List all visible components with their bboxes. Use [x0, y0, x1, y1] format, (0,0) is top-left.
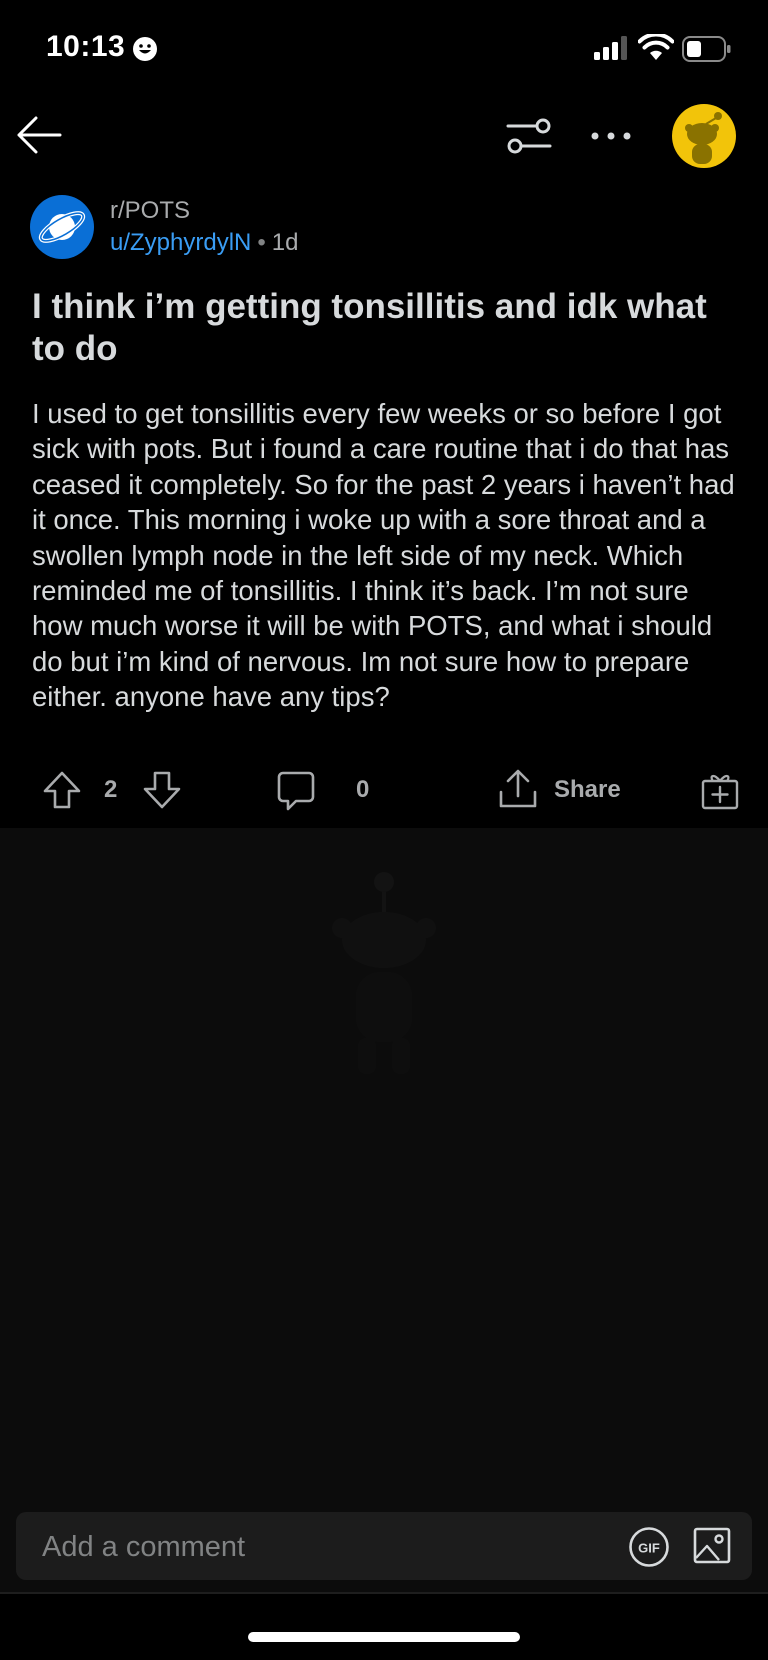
smiley-icon: [133, 37, 157, 61]
gif-icon[interactable]: GIF: [628, 1526, 670, 1568]
post-header: [0, 100, 768, 190]
share-icon[interactable]: [498, 768, 538, 810]
bottom-divider: [0, 1592, 768, 1594]
upvote-icon[interactable]: [42, 770, 82, 810]
subreddit-avatar[interactable]: [30, 195, 94, 259]
gif-label: GIF: [638, 1541, 660, 1556]
comment-icon[interactable]: [276, 770, 316, 812]
comment-count: 0: [356, 776, 370, 803]
more-icon[interactable]: [588, 114, 634, 158]
post-age: 1d: [271, 229, 299, 256]
subreddit-name[interactable]: r/POTS: [110, 197, 190, 225]
user-avatar[interactable]: [672, 104, 736, 168]
back-arrow-icon[interactable]: [14, 110, 64, 160]
filter-icon[interactable]: [504, 114, 554, 158]
post-actions: 2 0 Share: [0, 760, 768, 824]
post-meta: r/POTS u/ZyphyrdylN • 1d: [30, 195, 730, 265]
author-link[interactable]: u/ZyphyrdylN: [110, 229, 251, 256]
downvote-icon[interactable]: [142, 770, 182, 810]
meta-separator: •: [257, 229, 266, 256]
comment-bar-container: Add a comment GIF: [0, 1488, 768, 1594]
comment-input[interactable]: Add a comment GIF: [16, 1512, 752, 1580]
home-indicator[interactable]: [248, 1632, 520, 1642]
author-row: u/ZyphyrdylN • 1d: [110, 229, 298, 257]
planet-icon: [38, 211, 86, 243]
comment-placeholder: Add a comment: [42, 1531, 246, 1563]
wifi-icon: [638, 34, 674, 60]
post-title: I think i’m getting tonsillitis and idk …: [32, 287, 707, 368]
post-body: I used to get tonsillitis every few week…: [32, 398, 735, 713]
status-time: 10:13: [46, 30, 126, 63]
empty-state-snoo-icon: [332, 872, 436, 1074]
share-button-label[interactable]: Share: [554, 776, 621, 804]
image-icon[interactable]: [692, 1524, 732, 1566]
signal-icon: [594, 36, 627, 60]
status-bar: 10:13: [0, 0, 768, 100]
battery-icon: [682, 36, 731, 62]
snoo-avatar-icon: [685, 112, 722, 164]
vote-count: 2: [104, 776, 118, 803]
comments-area: [0, 828, 768, 1488]
award-icon[interactable]: [700, 770, 740, 810]
